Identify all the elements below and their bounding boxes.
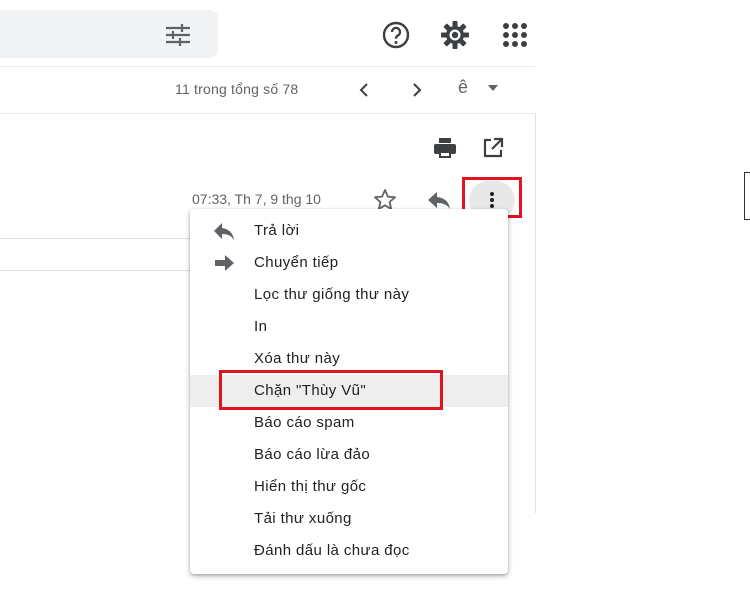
help-icon[interactable] xyxy=(379,18,413,52)
print-icon[interactable] xyxy=(432,136,458,160)
message-date: 07:33, Th 7, 9 thg 10 xyxy=(192,191,321,207)
row-divider xyxy=(0,238,190,239)
block-sender-highlight-box xyxy=(219,370,443,410)
open-in-new-window-icon[interactable] xyxy=(481,136,505,160)
menu-item-report-spam[interactable]: Báo cáo spam xyxy=(190,407,508,439)
menu-item-filter-similar[interactable]: Lọc thư giống thư này xyxy=(190,279,508,311)
menu-item-reply[interactable]: Trả lời xyxy=(190,215,508,247)
input-tools-button[interactable]: ê xyxy=(458,77,468,98)
menu-item-report-phishing[interactable]: Báo cáo lừa đảo xyxy=(190,439,508,471)
menu-item-mark-unread[interactable]: Đánh dấu là chưa đọc xyxy=(190,535,508,567)
gear-icon[interactable] xyxy=(438,18,472,52)
row-divider xyxy=(0,270,190,271)
menu-item-label: Lọc thư giống thư này xyxy=(254,286,410,303)
panel-divider xyxy=(535,113,536,513)
caret-down-icon[interactable] xyxy=(487,82,499,94)
menu-item-label: Đánh dấu là chưa đọc xyxy=(254,542,410,559)
gmail-screenshot: 11 trong tổng số 78 ê 07:33, Th 7, 9 thg… xyxy=(0,0,750,600)
menu-item-label: Xóa thư này xyxy=(254,350,341,367)
menu-item-label: Báo cáo spam xyxy=(254,414,355,431)
pagination-count: 11 trong tổng số 78 xyxy=(175,81,299,97)
chevron-left-icon[interactable] xyxy=(355,80,373,100)
reply-icon xyxy=(214,223,234,240)
menu-item-print[interactable]: In xyxy=(190,311,508,343)
toolbar-divider xyxy=(0,113,535,114)
menu-item-forward[interactable]: Chuyển tiếp xyxy=(190,247,508,279)
menu-item-label: Tải thư xuống xyxy=(254,510,352,527)
toolbar-divider xyxy=(0,66,535,67)
partial-frame-edge xyxy=(744,172,750,220)
search-options-icon[interactable] xyxy=(163,22,193,48)
menu-item-label: In xyxy=(254,318,268,335)
chevron-right-icon[interactable] xyxy=(408,80,426,100)
menu-item-show-original[interactable]: Hiển thị thư gốc xyxy=(190,471,508,503)
menu-item-label: Báo cáo lừa đảo xyxy=(254,446,371,463)
menu-item-label: Hiển thị thư gốc xyxy=(254,478,367,495)
menu-item-label: Chuyển tiếp xyxy=(254,254,339,271)
apps-grid-icon[interactable] xyxy=(498,18,532,52)
menu-item-label: Trả lời xyxy=(254,222,300,239)
menu-item-download[interactable]: Tải thư xuống xyxy=(190,503,508,535)
reply-icon[interactable] xyxy=(426,189,452,211)
forward-arrow-icon xyxy=(215,255,234,271)
